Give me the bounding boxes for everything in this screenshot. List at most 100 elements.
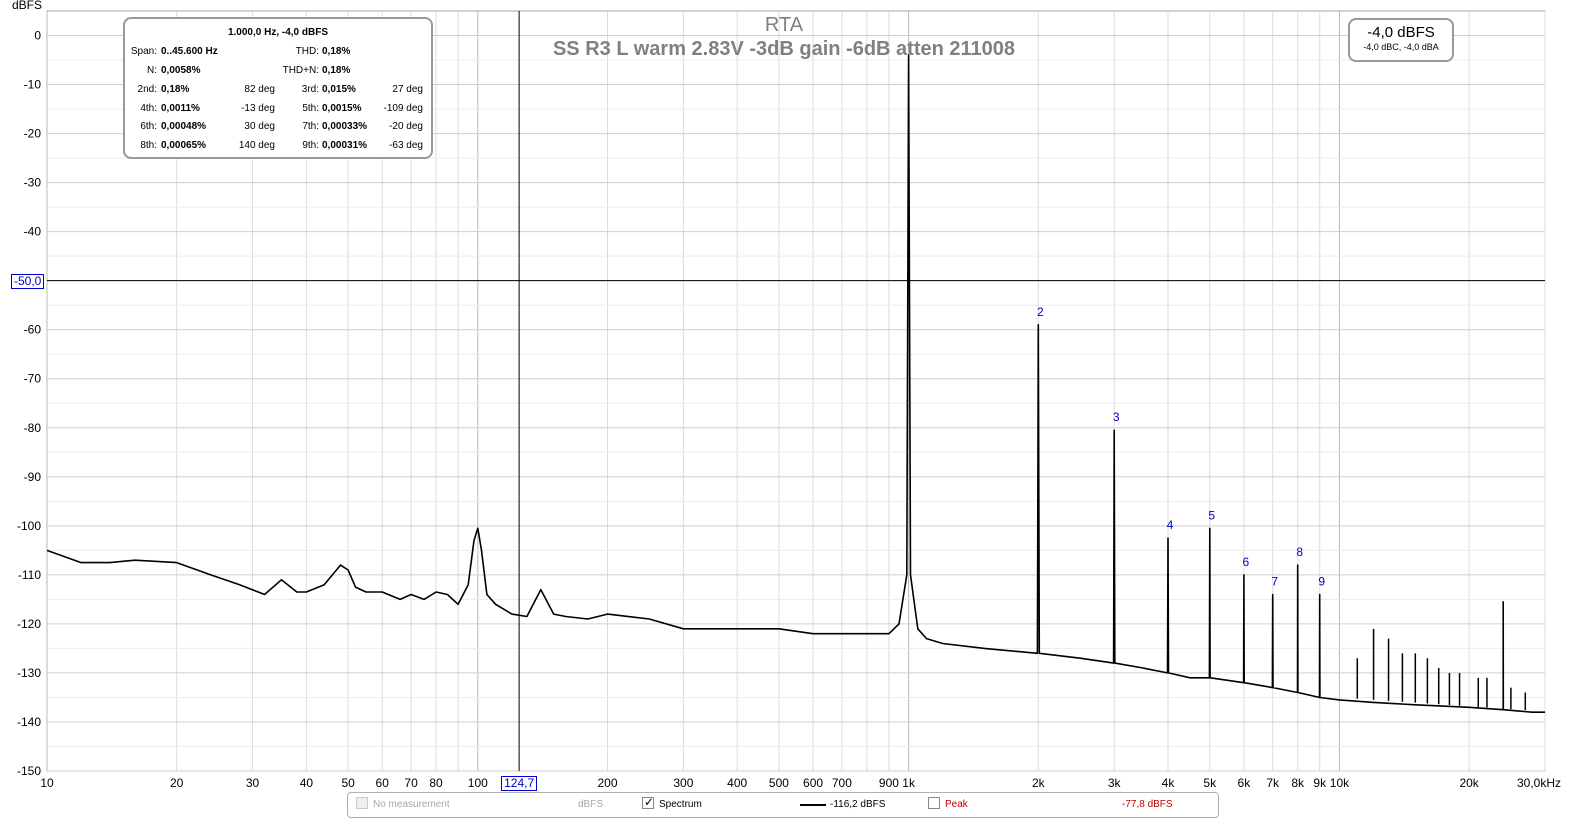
spectrum-value: -116,2 dBFS [830,799,886,810]
no-measurement-label: No measurement [373,799,450,810]
distortion-a-deg: 82 deg [244,84,275,95]
harmonic-label: 4 [1167,518,1174,532]
distortion-b-deg: -20 deg [389,121,423,133]
distortion-b-deg: -109 deg [383,102,423,114]
x-tick-label: 600 [803,776,823,790]
distortion-b-label: 5th: [302,102,319,114]
x-tick-label: 6k [1238,776,1252,790]
x-tick-label: 1k [902,776,916,790]
y-tick-label: -110 [18,568,41,582]
distortion-a-deg: -13 deg [241,102,275,114]
distortion-a-label: 8th: [140,139,157,151]
y-tick-label: -150 [17,764,41,778]
harmonic-label: 5 [1208,508,1215,522]
distortion-a-val: 0,00048% [161,121,207,133]
distortion-b-deg: -63 deg [389,139,423,151]
legend-bar: No measurement dBFS Spectrum -116,2 dBFS… [347,792,1219,818]
x-tick-label: 7k [1266,776,1280,790]
x-tick-label: 100 [468,776,488,790]
y-tick-label: -130 [17,666,41,680]
y-tick-label: -60 [24,323,42,337]
x-tick-label: 40 [300,776,314,790]
chart-subtitle: SS R3 L warm 2.83V -3dB gain -6dB atten … [553,38,1015,60]
harmonic-label: 3 [1113,410,1120,424]
distortion-header: 1.000,0 Hz, -4,0 dBFS [227,27,329,38]
x-tick-label: 60 [376,776,390,790]
distortion-panel[interactable]: 1.000,0 Hz, -4,0 dBFS Span: 0..45.600 Hz… [123,17,433,159]
x-tick-label: 8k [1291,776,1305,790]
y-tick-label: -20 [24,127,42,141]
x-tick-label: 500 [769,776,789,790]
y-tick-label: -70 [24,372,42,386]
harmonic-label: 8 [1296,545,1303,559]
level-readout[interactable]: -4,0 dBFS -4,0 dBC, -4,0 dBA [1348,18,1454,62]
x-tick-label: 50 [341,776,355,790]
distortion-a-label: 2nd: [137,84,157,95]
thd-value: 0,18% [322,46,351,57]
cursor-y-readout[interactable]: -50,0 [11,273,45,289]
peak-value: -77,8 dBFS [1122,799,1173,810]
y-tick-label: -30 [24,176,42,190]
peak-checkbox[interactable] [928,797,940,809]
noise-label: N: [147,65,157,76]
level-main: -4,0 dBFS [1367,24,1435,41]
thdn-value: 0,18% [322,65,351,76]
no-measurement-checkbox[interactable] [356,797,368,809]
distortion-a-deg: 140 deg [238,139,275,151]
x-tick-label: 20k [1459,776,1479,790]
distortion-a-val: 0,18% [161,84,190,95]
x-tick-label: 900 [879,776,899,790]
distortion-a-label: 6th: [140,121,157,133]
x-tick-label: 4k [1162,776,1176,790]
noise-value: 0,0058% [161,65,201,76]
spectrum-label: Spectrum [659,799,702,810]
thdn-label: THD+N: [282,65,319,76]
x-tick-label: 2k [1032,776,1046,790]
distortion-b-label: 3rd: [301,84,319,95]
y-tick-label: -90 [24,470,42,484]
thd-label: THD: [295,46,319,57]
x-tick-label: 10 [40,776,54,790]
y-tick-label: -100 [17,519,41,533]
distortion-a-val: 0,00065% [161,139,207,151]
y-tick-label: 0 [34,29,41,43]
harmonic-label: 2 [1037,305,1044,319]
y-tick-label: -80 [24,421,42,435]
x-tick-label: 10k [1330,776,1350,790]
distortion-a-label: 4th: [140,102,157,114]
x-tick-label: 9k [1313,776,1327,790]
harmonic-label: 9 [1318,574,1325,588]
x-tick-label: 3k [1108,776,1122,790]
distortion-b-label: 7th: [302,121,319,133]
x-tick-labels: 10 20 30 40 50 60 70 80 100 200 300 400 500 600 700 900… [40,776,1561,790]
x-tick-label: 300 [673,776,693,790]
y-axis-label: dBFS [12,0,42,12]
x-tick-label: 400 [727,776,747,790]
distortion-b-label: 9th: [302,139,319,151]
x-tick-label: 30 [246,776,260,790]
x-tick-label: 20 [170,776,184,790]
spectrum-checkbox[interactable] [642,795,654,809]
distortion-b-deg: 27 deg [392,84,423,95]
x-tick-label: 30,0kHz [1517,776,1561,790]
x-tick-label: 700 [832,776,852,790]
x-tick-label: 70 [404,776,418,790]
y-tick-labels: 0 -10 -20 -30 -40 -60 -70 -80 -90 -100 -110 -120 -13… [17,29,41,778]
span-value: 0..45.600 Hz [161,46,218,57]
level-sub: -4,0 dBC, -4,0 dBA [1363,42,1439,52]
distortion-a-val: 0,0011% [161,102,200,114]
spectrum-swatch [800,804,826,806]
cursor-x-readout[interactable]: 124,7 [501,776,538,791]
y-tick-label: -120 [17,617,41,631]
harmonic-label: 7 [1271,574,1278,588]
x-tick-label: 80 [429,776,443,790]
peak-label: Peak [945,799,968,810]
chart-title: RTA [765,14,804,36]
y-tick-label: -140 [17,715,41,729]
no-measurement-unit: dBFS [578,799,604,810]
harmonic-label: 6 [1243,555,1250,569]
x-tick-label: 200 [597,776,617,790]
x-tick-label: 5k [1203,776,1217,790]
y-tick-label: -10 [24,78,42,92]
span-label: Span: [130,46,157,57]
